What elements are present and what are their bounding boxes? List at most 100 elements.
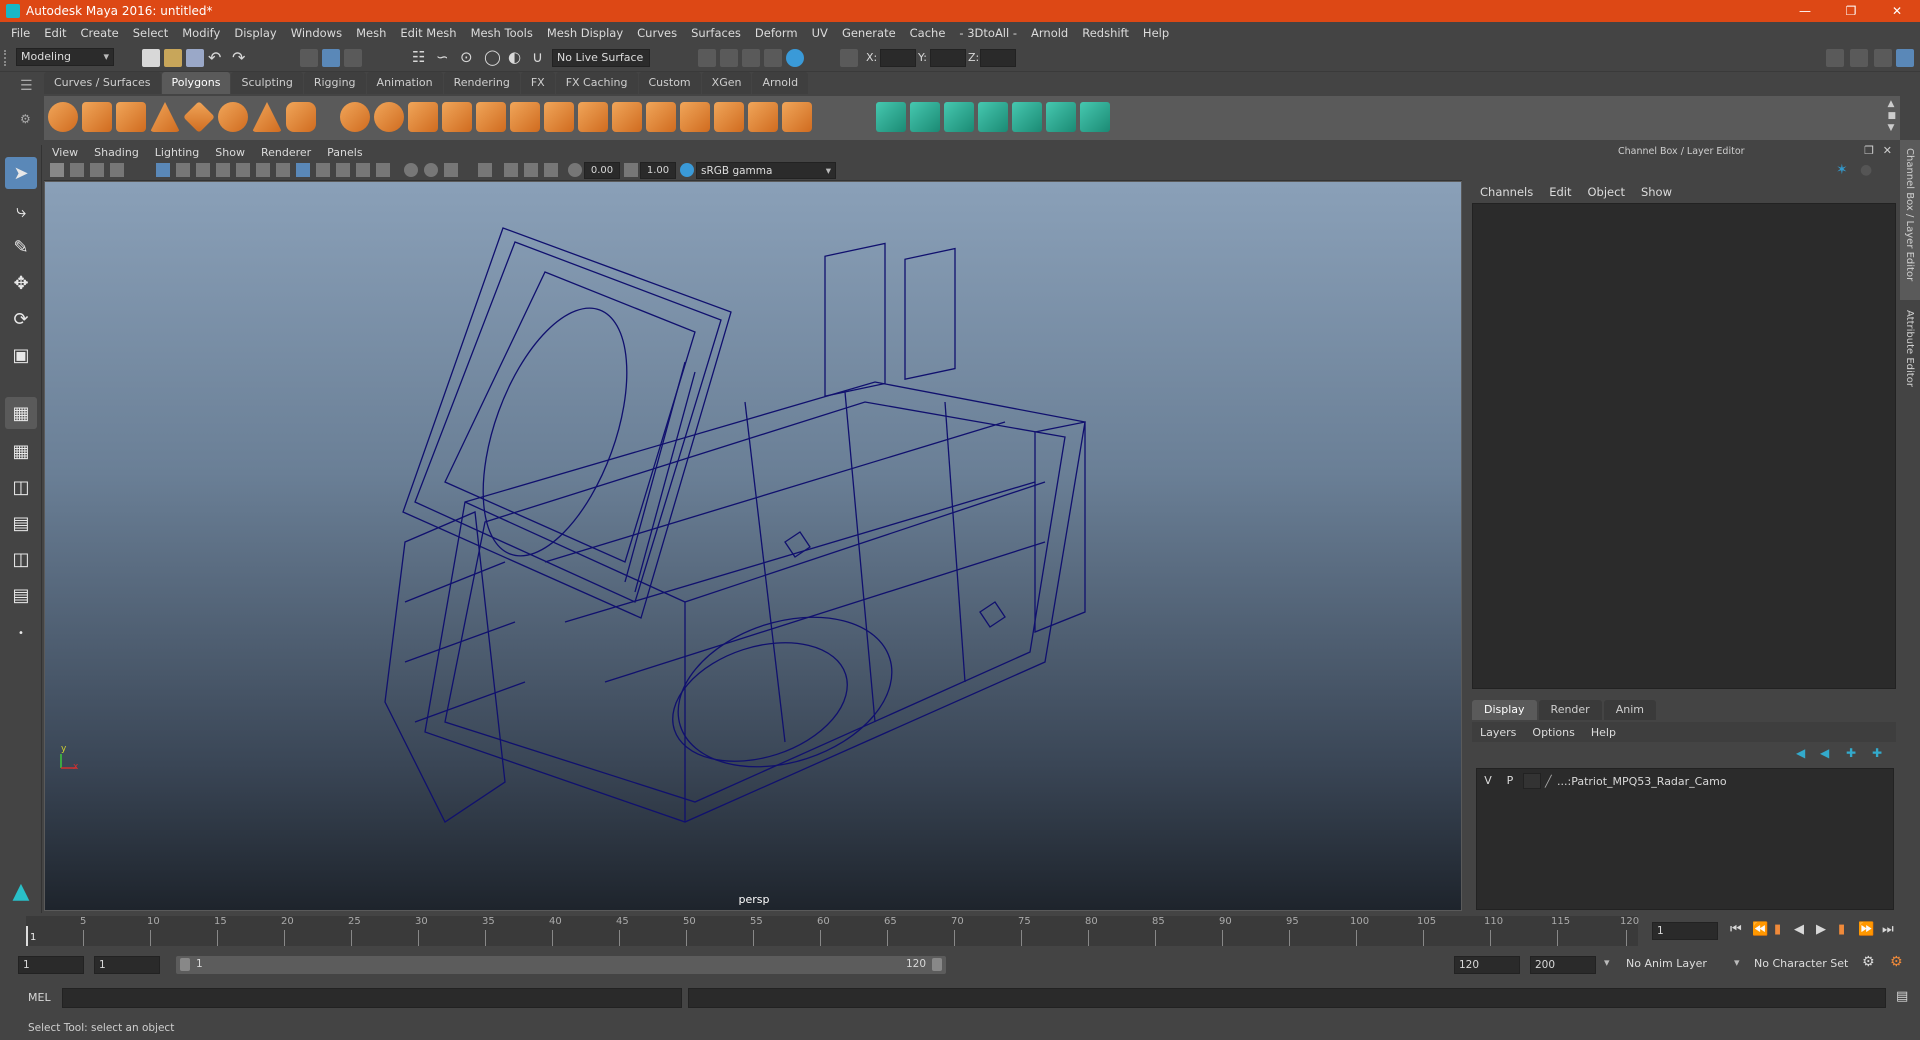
resolution-gate-icon[interactable] [196, 163, 210, 177]
go-to-start-icon[interactable]: ⏮ [1730, 922, 1742, 937]
vp-menu-shading[interactable]: Shading [86, 146, 147, 159]
fill-hole-icon[interactable] [612, 102, 642, 132]
shelf-menu-icon[interactable]: ☰ [20, 78, 33, 94]
poly-cone-icon[interactable] [150, 102, 180, 132]
layer-row[interactable]: V P ╱ ...:Patriot_MPQ53_Radar_Camo [1479, 772, 1891, 790]
tab-rigging[interactable]: Rigging [303, 72, 366, 94]
cb-menu-object[interactable]: Object [1580, 185, 1633, 199]
tab-display-layers[interactable]: Display [1472, 700, 1537, 720]
tab-curves-surfaces[interactable]: Curves / Surfaces [44, 72, 161, 94]
snap-surface-icon[interactable]: ◐ [508, 48, 521, 66]
select-hierarchy-icon[interactable] [300, 49, 318, 67]
animation-end-input[interactable]: 200 [1530, 956, 1596, 974]
field-chart-icon[interactable] [236, 163, 250, 177]
uv-checker-icon[interactable] [1046, 102, 1076, 132]
step-back-key-icon[interactable]: ⏪ [1752, 922, 1768, 937]
snap-point-icon[interactable]: ⊙ [460, 48, 473, 66]
channel-box-body[interactable] [1472, 203, 1896, 689]
layer-color-swatch-icon[interactable]: ╱ [1545, 775, 1557, 788]
range-slider[interactable]: 1 120 [176, 956, 946, 974]
tab-rendering[interactable]: Rendering [443, 72, 520, 94]
xray-icon[interactable] [504, 163, 518, 177]
chevron-down-icon[interactable]: ▾ [1734, 956, 1740, 969]
current-frame-input[interactable]: 1 [1652, 922, 1718, 940]
offset-edge-loop-icon[interactable] [748, 102, 778, 132]
y-input[interactable] [930, 49, 966, 67]
camera-attributes-icon[interactable] [70, 163, 84, 177]
menu-uv[interactable]: UV [805, 26, 835, 40]
live-surface-field[interactable]: No Live Surface [552, 49, 650, 67]
menu-edit-mesh[interactable]: Edit Mesh [393, 26, 463, 40]
move-tool-icon[interactable]: ✥ [5, 267, 37, 299]
layer-menu-layers[interactable]: Layers [1472, 726, 1524, 739]
poly-cylinder-icon[interactable] [116, 102, 146, 132]
close-panel-icon[interactable]: ✕ [1883, 144, 1892, 157]
mirror-icon[interactable] [442, 102, 472, 132]
float-panel-icon[interactable]: ❐ [1864, 144, 1874, 157]
render-view-icon[interactable] [698, 49, 716, 67]
menu-windows[interactable]: Windows [284, 26, 349, 40]
rotate-tool-icon[interactable]: ⟳ [5, 303, 37, 335]
tab-fx[interactable]: FX [520, 72, 555, 94]
select-tool-icon[interactable]: ➤ [5, 157, 37, 189]
side-tab-channel-box[interactable]: Channel Box / Layer Editor [1900, 140, 1920, 300]
move-layer-up-icon[interactable]: ◀ [1796, 746, 1805, 760]
step-forward-frame-icon[interactable]: ▮ [1838, 922, 1845, 937]
tool-settings-toggle-icon[interactable] [1874, 49, 1892, 67]
toolbox-collapse-icon[interactable]: • [5, 617, 37, 649]
tab-arnold[interactable]: Arnold [752, 72, 809, 94]
render-current-icon[interactable] [720, 49, 738, 67]
command-language-label[interactable]: MEL [28, 991, 51, 1004]
cb-menu-show[interactable]: Show [1633, 185, 1680, 199]
lasso-tool-icon[interactable]: ⤷ [5, 195, 37, 227]
poly-torus-icon[interactable] [218, 102, 248, 132]
animation-preferences-icon[interactable]: ⚙ [1890, 954, 1903, 970]
menu-generate[interactable]: Generate [835, 26, 903, 40]
automatic-uv-icon[interactable] [978, 102, 1008, 132]
current-time-marker[interactable] [26, 926, 28, 946]
gamma-input[interactable]: 1.00 [640, 162, 676, 179]
tab-sculpting[interactable]: Sculpting [231, 72, 303, 94]
command-input[interactable] [62, 988, 682, 1008]
channel-box-settings-icon[interactable]: ● [1860, 162, 1872, 178]
anim-layer-dropdown[interactable]: No Anim Layer [1622, 956, 1744, 974]
drag-handle-icon[interactable] [4, 50, 12, 66]
vp-menu-view[interactable]: View [44, 146, 86, 159]
mode-dropdown[interactable]: Modeling ▾ [16, 48, 114, 66]
safe-title-icon[interactable] [276, 163, 290, 177]
channel-box-toggle-icon[interactable] [1896, 49, 1914, 67]
tab-fx-caching[interactable]: FX Caching [555, 72, 638, 94]
menu-file[interactable]: File [4, 26, 37, 40]
layer-menu-help[interactable]: Help [1583, 726, 1624, 739]
layer-playback-toggle[interactable]: P [1501, 773, 1519, 789]
tab-render-layers[interactable]: Render [1538, 700, 1602, 720]
menu-cache[interactable]: Cache [903, 26, 953, 40]
shelf-scroll-arrows-icon[interactable]: ▲ ■ ▼ [1887, 98, 1896, 134]
layer-visibility-toggle[interactable]: V [1479, 773, 1497, 789]
smooth-shade-icon[interactable] [316, 163, 330, 177]
channel-box-pick-icon[interactable]: ✶ [1836, 162, 1848, 178]
minimize-button[interactable]: — [1782, 0, 1828, 22]
spherical-uv-icon[interactable] [944, 102, 974, 132]
image-plane-icon[interactable] [110, 163, 124, 177]
shelf-settings-icon[interactable]: ⚙ [20, 112, 31, 126]
gate-mask-icon[interactable] [216, 163, 230, 177]
vp-menu-panels[interactable]: Panels [319, 146, 370, 159]
tab-anim-layers[interactable]: Anim [1603, 700, 1656, 720]
cb-menu-edit[interactable]: Edit [1541, 185, 1579, 199]
persp-graph-layout-icon[interactable]: ◫ [5, 543, 37, 575]
play-forward-icon[interactable]: ▶ [1816, 922, 1826, 937]
select-component-icon[interactable] [344, 49, 362, 67]
playback-end-input[interactable]: 120 [1454, 956, 1520, 974]
exposure-input[interactable]: 0.00 [584, 162, 620, 179]
character-set-dropdown[interactable]: No Character Set [1750, 956, 1870, 974]
tab-animation[interactable]: Animation [366, 72, 443, 94]
smooth-icon[interactable] [408, 102, 438, 132]
render-settings-icon[interactable] [764, 49, 782, 67]
redo-icon[interactable]: ↷ [232, 48, 245, 67]
textured-icon[interactable] [336, 163, 350, 177]
hypershade-layout-icon[interactable]: ▤ [5, 579, 37, 611]
auto-key-icon[interactable]: ⚙ [1862, 954, 1875, 970]
menu-create[interactable]: Create [74, 26, 126, 40]
new-scene-icon[interactable] [142, 49, 160, 67]
